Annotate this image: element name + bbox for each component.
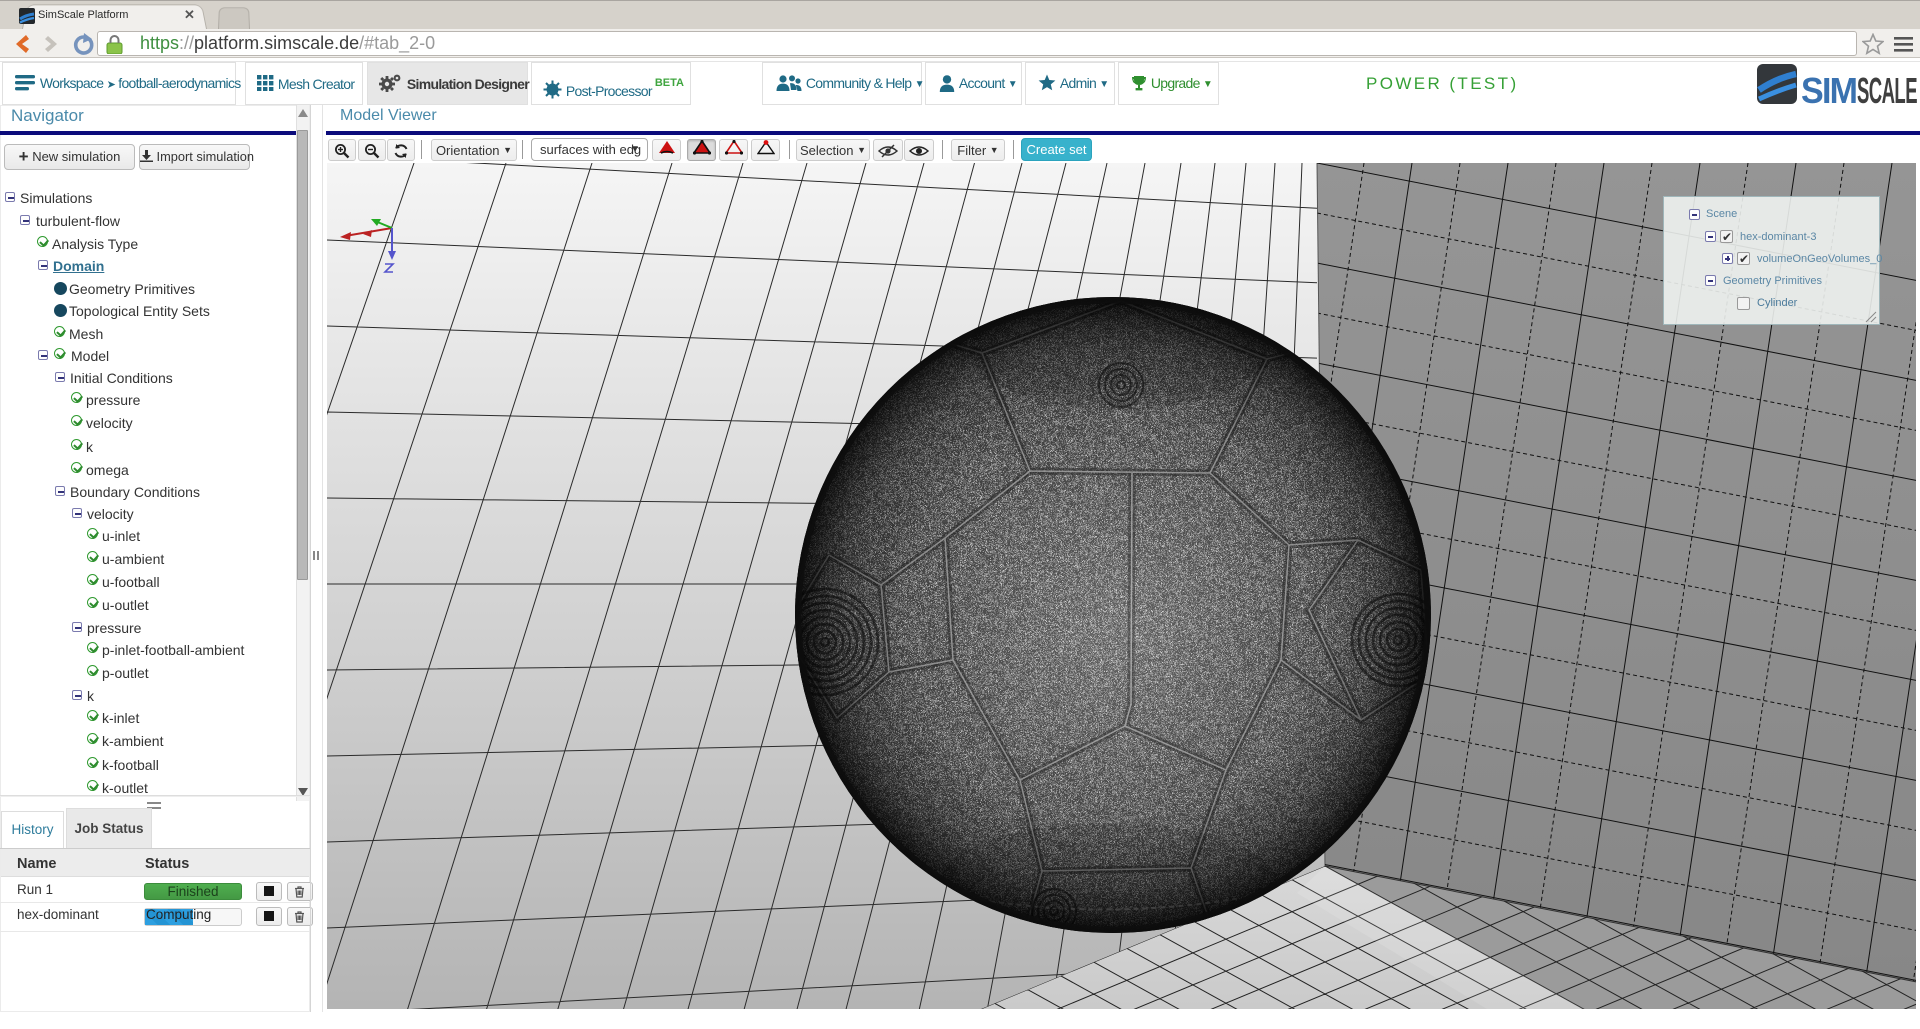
svg-text:SIM: SIM: [1801, 71, 1857, 104]
svg-text:SCALE: SCALE: [1857, 71, 1917, 104]
